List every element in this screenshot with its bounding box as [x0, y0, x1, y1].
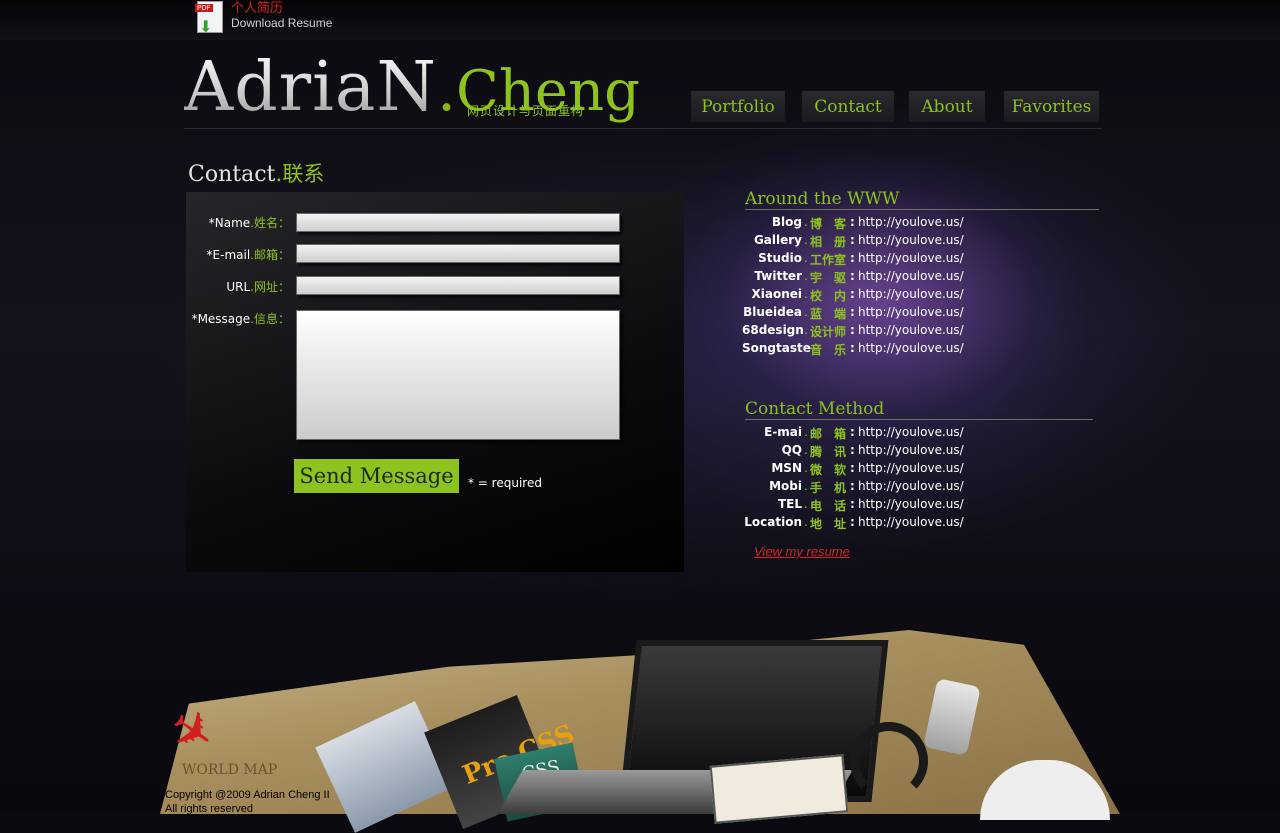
email-input[interactable] — [296, 244, 620, 263]
header-divider — [184, 128, 1102, 129]
nav-favorites[interactable]: Favorites — [1003, 90, 1100, 123]
view-resume-link[interactable]: View my resume — [754, 544, 850, 559]
download-resume-link[interactable]: PDF ⬇ 个人简历 Download Resume — [195, 1, 345, 37]
name-input[interactable] — [296, 213, 620, 232]
headphones-icon — [850, 722, 928, 800]
message-label: *Message.信息： — [191, 312, 290, 326]
nav-contact[interactable]: Contact — [801, 90, 895, 123]
copyright-line: Copyright @2009 Adrian Cheng II — [165, 789, 330, 801]
nav-about[interactable]: About — [908, 90, 986, 123]
email-label: *E-mail.邮箱： — [206, 248, 290, 262]
url-label: URL.网址： — [226, 280, 290, 294]
footer-copyright: Copyright @2009 Adrian Cheng II All righ… — [165, 788, 330, 816]
nav-portfolio[interactable]: Portfolio — [690, 90, 786, 123]
contact-form: *Name.姓名： *E-mail.邮箱： URL.网址： *Message.信… — [186, 192, 684, 572]
required-note: * = required — [468, 476, 542, 490]
name-label: *Name.姓名： — [208, 216, 290, 230]
contact-title: Contact.联系 — [188, 162, 325, 187]
top-strip — [0, 0, 1280, 40]
resume-label-en: Download Resume — [231, 16, 333, 30]
contact-method-heading: Contact Method — [745, 399, 885, 419]
world-map-label: WORLD MAP — [182, 762, 278, 778]
site-logo[interactable]: AdriaN.Cheng 网页设计与页面重构 — [184, 50, 640, 130]
around-www-heading: Around the WWW — [745, 189, 900, 209]
photo-album-image — [709, 754, 849, 824]
message-textarea[interactable] — [296, 310, 620, 440]
send-message-button[interactable]: Send Message — [294, 459, 459, 493]
logo-name: AdriaN — [184, 48, 437, 127]
contact-method-rule — [745, 419, 1093, 420]
pdf-download-icon: PDF ⬇ — [195, 1, 227, 37]
url-input[interactable] — [296, 276, 620, 295]
around-www-rule — [745, 209, 1099, 210]
logo-dot: . — [436, 55, 457, 125]
logo-subtitle: 网页设计与页面重构 — [467, 104, 585, 118]
resume-label-cn: 个人简历 — [231, 1, 284, 16]
